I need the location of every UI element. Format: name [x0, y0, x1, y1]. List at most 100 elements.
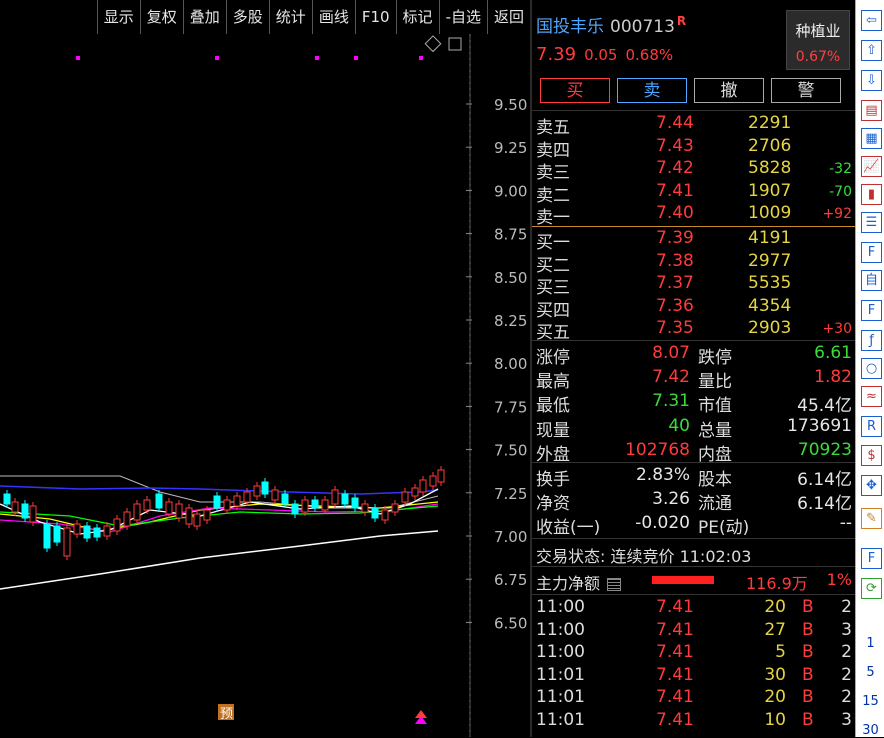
stat-label: 现量 — [536, 420, 570, 441]
toolbar-mark-button[interactable]: 标记 — [395, 0, 439, 34]
toolbar-multi-stock-button[interactable]: 多股 — [225, 0, 269, 34]
order-volume: 4354 — [748, 295, 792, 316]
tick-time: 11:01 — [536, 664, 585, 685]
pencil-icon[interactable]: ✎ — [861, 508, 882, 529]
candlestick — [143, 499, 151, 511]
diamond-icon — [424, 35, 442, 53]
toolbar-draw-button[interactable]: 画线 — [311, 0, 355, 34]
order-volume: 4191 — [748, 228, 792, 248]
down-arrow-icon[interactable]: ⇩ — [861, 70, 882, 91]
stat-label: 换手 — [536, 470, 570, 490]
quote-list-icon[interactable]: ▤ — [861, 100, 882, 121]
kline-chart-panel[interactable]: 显示 复权 叠加 多股 统计 画线 F10 标记 -自选 返回 9.50 9.25 9.00 8.75 8… — [0, 0, 530, 737]
divider — [532, 566, 855, 567]
refresh-icon[interactable]: ⟳ — [861, 578, 882, 599]
order-price: 7.41 — [656, 180, 694, 201]
order-level-label: 卖五 — [536, 118, 570, 138]
kline-chart[interactable]: 9.50 9.25 9.00 8.75 8.50 8.25 8.00 7.75 7.50 7.25… — [0, 34, 530, 737]
candlestick — [175, 503, 183, 519]
divider — [532, 340, 855, 341]
toolbar-statistics-button[interactable]: 统计 — [268, 0, 312, 34]
tick-time: 11:00 — [536, 597, 585, 617]
candlestick — [43, 523, 51, 549]
price-axis-label: 8.50 — [494, 269, 527, 287]
order-book-row: 买四 7.36 4354 — [536, 295, 854, 321]
order-volume: 2977 — [748, 250, 792, 271]
order-book-row: 卖五 7.44 2291 — [536, 113, 854, 138]
toolbar-self-select-button[interactable]: -自选 — [438, 0, 487, 34]
money-icon[interactable]: $ — [861, 445, 882, 466]
order-volume-change: -32 — [829, 161, 852, 178]
sector-name: 种植业 — [795, 22, 841, 40]
price-axis-label: 6.50 — [494, 614, 527, 632]
tick-side: B — [802, 664, 814, 685]
price-axis-label: 7.25 — [494, 485, 527, 503]
stat-label: 跌停 — [698, 348, 732, 368]
sell-button[interactable]: 卖 — [617, 78, 687, 103]
tick-volume: 20 — [764, 597, 786, 617]
stat-label: 流通 — [698, 494, 732, 515]
wave-icon[interactable]: ≈ — [861, 386, 882, 407]
circle-icon[interactable]: ○ — [861, 358, 882, 379]
sector-card[interactable]: 种植业 0.67% — [786, 10, 850, 70]
stat-value: 8.07 — [652, 343, 690, 363]
candlestick — [371, 507, 379, 519]
period-1-button[interactable]: 1 — [856, 636, 884, 651]
candlestick — [3, 493, 11, 505]
line-chart-icon[interactable]: 📈 — [861, 156, 882, 177]
grid-icon[interactable]: ▦ — [861, 128, 882, 149]
price-axis-label: 6.75 — [494, 571, 527, 589]
candlestick — [203, 509, 211, 521]
period-30-button[interactable]: 30 — [856, 723, 884, 738]
stat-value: 102768 — [625, 439, 690, 460]
price-axis-label: 8.75 — [494, 226, 527, 244]
bid-ask-divider — [532, 226, 855, 227]
stat-value: 45.4亿 — [797, 396, 852, 417]
rsi-icon[interactable]: R — [861, 416, 882, 437]
f5-icon[interactable]: F — [861, 548, 882, 569]
chart-toolbar: 显示 复权 叠加 多股 统计 画线 F10 标记 -自选 返回 — [0, 0, 530, 34]
price-change-pct: 0.68% — [625, 46, 674, 64]
toolbar-f10-button[interactable]: F10 — [354, 0, 396, 34]
candlestick — [155, 493, 163, 509]
candlestick — [271, 489, 279, 501]
period-15-button[interactable]: 15 — [856, 694, 884, 709]
up-arrow-icon[interactable]: ⇧ — [861, 40, 882, 61]
order-volume: 1009 — [748, 203, 792, 224]
main-flow-row[interactable]: 主力净额 116.9万 1% — [536, 570, 854, 594]
self-select-icon[interactable]: 自 — [861, 270, 882, 291]
order-level-label: 买一 — [536, 233, 570, 253]
stock-header[interactable]: 国投丰乐 000713 R — [536, 12, 686, 37]
order-price: 7.37 — [656, 273, 694, 294]
toolbar-adjust-button[interactable]: 复权 — [139, 0, 183, 34]
alert-button[interactable]: 警 — [771, 78, 841, 103]
move-icon[interactable]: ✥ — [861, 475, 882, 496]
kline-icon[interactable]: ▮ — [861, 184, 882, 205]
buy-button[interactable]: 买 — [540, 78, 610, 103]
period-5-button[interactable]: 5 — [856, 665, 884, 680]
order-volume-change: -70 — [829, 183, 852, 200]
formula-icon[interactable]: ƒ — [861, 330, 882, 351]
candlestick — [73, 523, 81, 535]
tick-row: 11:01 7.41 20 B 2 — [536, 687, 854, 709]
stat-label: 最高 — [536, 372, 570, 393]
f12-icon[interactable]: F — [861, 300, 882, 321]
tick-volume: 5 — [775, 642, 786, 662]
toolbar-back-button[interactable]: 返回 — [486, 0, 530, 34]
candlestick — [253, 485, 261, 497]
toolbar-overlay-button[interactable]: 叠加 — [182, 0, 226, 34]
tick-count: 3 — [841, 619, 852, 640]
candlestick — [233, 495, 241, 507]
stat-label: 净资 — [536, 494, 570, 515]
stat-row: 涨停 8.07 跌停 6.61 — [536, 343, 854, 368]
stat-value: 40 — [668, 415, 690, 436]
f10-icon[interactable]: F — [861, 242, 882, 263]
news-icon[interactable]: ☰ — [861, 212, 882, 233]
toolbar-display-button[interactable]: 显示 — [96, 0, 140, 34]
tick-side: B — [802, 597, 814, 617]
left-arrow-icon[interactable]: ⇦ — [861, 10, 882, 31]
list-icon[interactable] — [607, 578, 622, 591]
quote-panel: 国投丰乐 000713 R 7.39 0.05 0.68% 种植业 0.67% 买 卖 … — [530, 0, 855, 737]
cancel-order-button[interactable]: 撤 — [694, 78, 764, 103]
order-book-row: 买五 7.35 2903 +30 — [536, 318, 854, 343]
